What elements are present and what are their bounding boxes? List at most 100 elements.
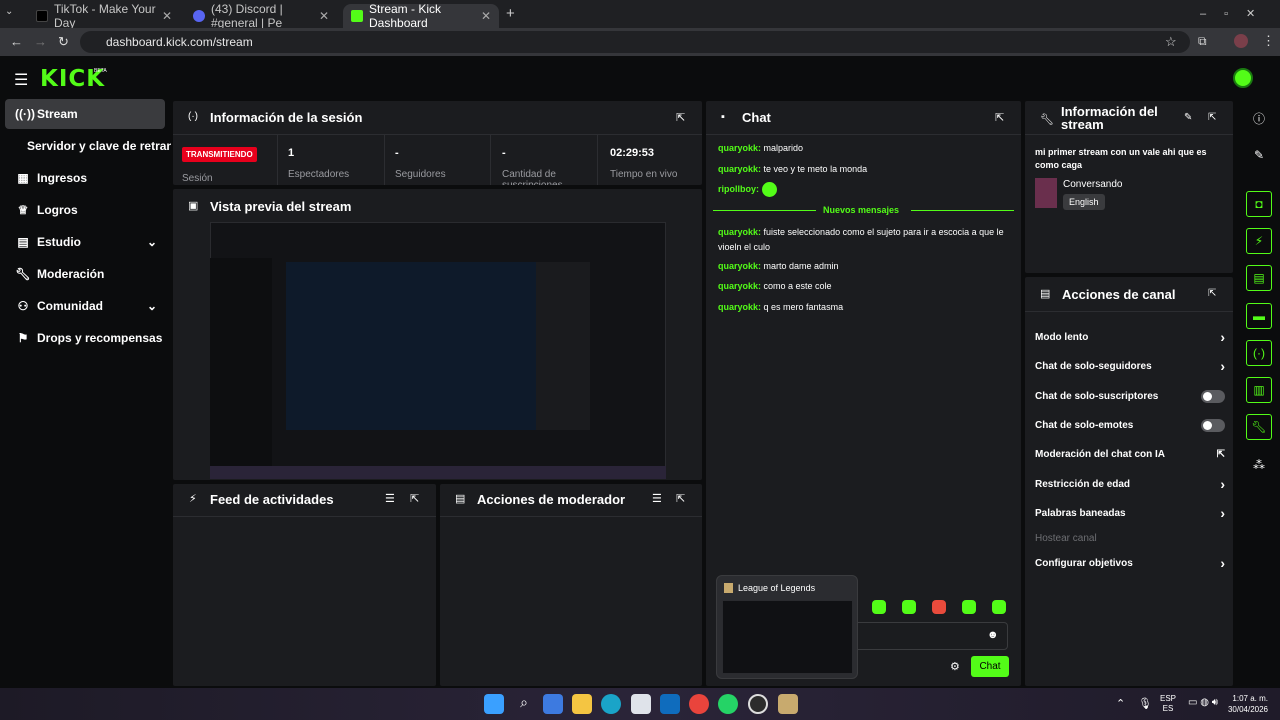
emote-icon[interactable]	[872, 600, 886, 614]
expand-icon[interactable]: ⇱	[410, 492, 419, 505]
emote-icon[interactable]	[932, 600, 946, 614]
preview-inner-chat	[536, 262, 590, 430]
tray-chevron-icon[interactable]: ⌃	[1116, 697, 1125, 710]
stat-subs-value: -	[502, 147, 506, 159]
beta-badge: BETA	[94, 68, 107, 74]
tab-discord[interactable]: (43) Discord | #general | Pe ✕	[185, 2, 337, 30]
emote-icon[interactable]	[992, 600, 1006, 614]
expand-icon[interactable]: ⇱	[676, 111, 685, 124]
channel-actions-divider	[1025, 311, 1233, 312]
action-followers-only[interactable]: Chat de solo-seguidores ›	[1035, 356, 1225, 376]
action-configure-goals[interactable]: Configurar objetivos ›	[1035, 553, 1225, 573]
add-widget-icon[interactable]: ⁂	[1246, 452, 1272, 478]
wrench-icon: 🔧︎	[15, 267, 31, 281]
back-button[interactable]: ←	[10, 34, 23, 49]
hamburger-menu-icon[interactable]: ☰	[14, 70, 28, 90]
sidebar-item-stream[interactable]: ((·)) Stream	[5, 99, 165, 129]
external-link-icon: ⇱	[1216, 448, 1225, 460]
chevron-right-icon: ›	[1220, 505, 1225, 521]
new-messages-divider: Nuevos mensajes	[823, 205, 900, 215]
chat-message: quaryokk: marto dame admin	[718, 261, 839, 271]
bookmark-star-icon[interactable]: ☆	[1165, 34, 1177, 50]
obs-icon[interactable]	[748, 694, 768, 714]
tiktok-icon	[36, 10, 48, 22]
chat-message: ripollboy:	[718, 182, 1008, 198]
emotes-only-toggle[interactable]	[1201, 418, 1225, 432]
whatsapp-icon[interactable]	[718, 694, 738, 714]
browser-menu-icon[interactable]: ⋮	[1262, 33, 1275, 49]
widgets-icon[interactable]	[543, 694, 563, 714]
channel-actions-icon[interactable]: ▥	[1246, 377, 1272, 403]
chat-icon[interactable]: ▬	[1246, 303, 1272, 329]
sidebar-item-moderacion[interactable]: 🔧︎ Moderación	[5, 259, 165, 289]
emote-icon[interactable]	[902, 600, 916, 614]
chat-settings-icon[interactable]: ⚙	[950, 660, 960, 673]
expand-icon[interactable]: ⇱	[995, 111, 1004, 124]
action-subscribers-only: Chat de solo-suscriptores	[1035, 386, 1225, 406]
sidebar-item-ingresos[interactable]: ▦ Ingresos	[5, 163, 165, 193]
close-icon[interactable]: ✕	[481, 9, 491, 23]
clock[interactable]: 1:07 a. m. 30/04/2026	[1224, 693, 1268, 715]
log-icon[interactable]: ▤	[1246, 265, 1272, 291]
edge-icon[interactable]	[601, 694, 621, 714]
tab-list-button[interactable]: ⌄	[5, 6, 21, 22]
action-banned-words[interactable]: Palabras baneadas ›	[1035, 503, 1225, 523]
channel-actions-title: Acciones de canal	[1062, 287, 1176, 302]
preview-inner-sidebar	[210, 258, 272, 478]
expand-icon[interactable]: ⇱	[1208, 112, 1216, 123]
stat-live-time-value: 02:29:53	[610, 147, 655, 159]
extensions-icon[interactable]: ⧉	[1198, 34, 1207, 49]
subscribers-only-toggle[interactable]	[1201, 389, 1225, 403]
new-tab-button[interactable]: +	[506, 5, 515, 22]
sidebar-item-estudio[interactable]: ▤ Estudio ⌄	[5, 227, 165, 257]
network-sound-icons[interactable]: ▭ ◍ 🔊︎	[1188, 697, 1218, 708]
stat-live-time-label: Tiempo en vivo	[610, 169, 678, 180]
window-controls[interactable]: –▫✕	[1200, 7, 1273, 20]
windows-start-icon[interactable]	[484, 694, 504, 714]
profile-avatar[interactable]	[1234, 34, 1248, 48]
popup-title: League of Legends	[738, 583, 816, 593]
broadcast-icon: ((·))	[15, 107, 35, 121]
chat-icon: ▪	[721, 111, 725, 123]
reload-button[interactable]: ↻	[58, 34, 69, 50]
forward-button[interactable]: →	[34, 34, 47, 49]
sidebar-item-comunidad[interactable]: ⚇ Comunidad ⌄	[5, 291, 165, 321]
outlook-icon[interactable]	[660, 694, 680, 714]
sidebar-item-server-key[interactable]: Servidor y clave de retransm	[5, 131, 171, 161]
language-indicator[interactable]: ESP ES	[1160, 694, 1176, 714]
store-icon[interactable]	[631, 694, 651, 714]
user-avatar[interactable]	[1233, 68, 1253, 88]
activity-feed-title: Feed de actividades	[210, 492, 334, 507]
broadcast-icon[interactable]: (·)	[1246, 340, 1272, 366]
bolt-icon[interactable]: ⚡︎	[1246, 228, 1272, 254]
emote-icon[interactable]	[962, 600, 976, 614]
filter-icon[interactable]: ☰	[385, 492, 395, 505]
url-field[interactable]: dashboard.kick.com/stream	[80, 31, 1190, 53]
close-icon[interactable]: ✕	[162, 9, 172, 23]
edit-icon[interactable]: ✎	[1184, 112, 1192, 123]
stream-preview-title: Vista previa del stream	[210, 199, 352, 214]
chat-send-button[interactable]: Chat	[971, 656, 1009, 677]
camera-icon[interactable]: ◘	[1246, 191, 1272, 217]
chrome-icon[interactable]	[689, 694, 709, 714]
search-icon[interactable]: ⌕	[514, 694, 534, 714]
tab-kick[interactable]: Stream - Kick Dashboard ✕	[343, 2, 499, 30]
action-slow-mode[interactable]: Modo lento ›	[1035, 327, 1225, 347]
file-explorer-icon[interactable]	[572, 694, 592, 714]
filter-icon[interactable]: ☰	[652, 492, 662, 505]
info-icon[interactable]: ⓘ	[1246, 105, 1272, 131]
wrench-icon[interactable]: 🔧︎	[1246, 414, 1272, 440]
mic-icon[interactable]: 🎙︎	[1138, 697, 1152, 710]
sidebar-item-drops[interactable]: ⚑ Drops y recompensas	[5, 323, 165, 353]
action-age-restriction[interactable]: Restricción de edad ›	[1035, 474, 1225, 494]
lol-icon[interactable]	[778, 694, 798, 714]
sidebar-item-logros[interactable]: ♕ Logros	[5, 195, 165, 225]
expand-icon[interactable]: ⇱	[676, 492, 685, 505]
close-icon[interactable]: ✕	[319, 9, 329, 23]
chevron-down-icon: ⌄	[146, 235, 157, 249]
emoji-icon[interactable]: ☻	[987, 629, 999, 641]
tab-tiktok[interactable]: TikTok - Make Your Day ✕	[28, 2, 180, 30]
edit-icon[interactable]: ✎	[1246, 142, 1272, 168]
action-ai-moderation[interactable]: Moderación del chat con IA ⇱	[1035, 444, 1225, 464]
expand-icon[interactable]: ⇱	[1208, 288, 1216, 299]
